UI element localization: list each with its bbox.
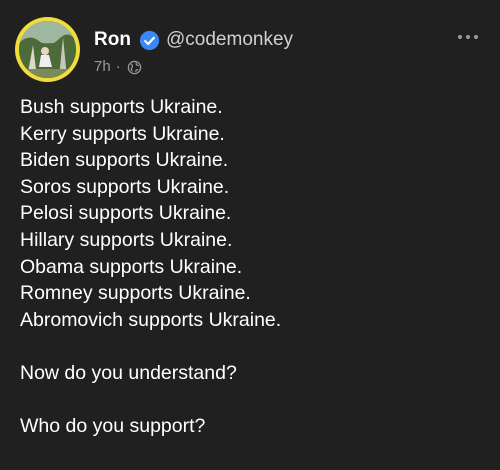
post-line: Abromovich supports Ukraine. [20, 308, 282, 331]
post-question: Who do you support? [20, 415, 206, 438]
post-meta: 7h · [94, 58, 142, 76]
more-dot-icon [466, 35, 470, 39]
post-time[interactable]: 7h [94, 58, 111, 76]
meta-separator: · [115, 58, 121, 75]
author-handle[interactable]: @codemonkey [166, 29, 293, 51]
post-line: Biden supports Ukraine. [20, 149, 229, 172]
more-dot-icon [474, 35, 478, 39]
more-dot-icon [458, 35, 462, 39]
avatar-image [19, 21, 76, 78]
post-card: Ron @codemonkey 7h · Bush supports Ukrai… [0, 0, 500, 470]
more-options-button[interactable] [458, 31, 478, 43]
avatar[interactable] [15, 17, 80, 82]
globe-icon [127, 60, 141, 74]
post-line: Romney supports Ukraine. [20, 282, 251, 305]
post-line: Kerry supports Ukraine. [20, 122, 225, 145]
post-line: Hillary supports Ukraine. [20, 228, 233, 251]
post-line: Soros supports Ukraine. [20, 175, 230, 198]
author-name[interactable]: Ron [94, 29, 131, 51]
post-line: Bush supports Ukraine. [20, 96, 223, 118]
post-line: Obama supports Ukraine. [20, 255, 243, 278]
post-line: Pelosi supports Ukraine. [20, 202, 232, 225]
post-body: Bush supports Ukraine. Kerry supports Uk… [20, 94, 480, 440]
post-question: Now do you understand? [20, 361, 237, 384]
verified-badge-icon [139, 30, 160, 51]
